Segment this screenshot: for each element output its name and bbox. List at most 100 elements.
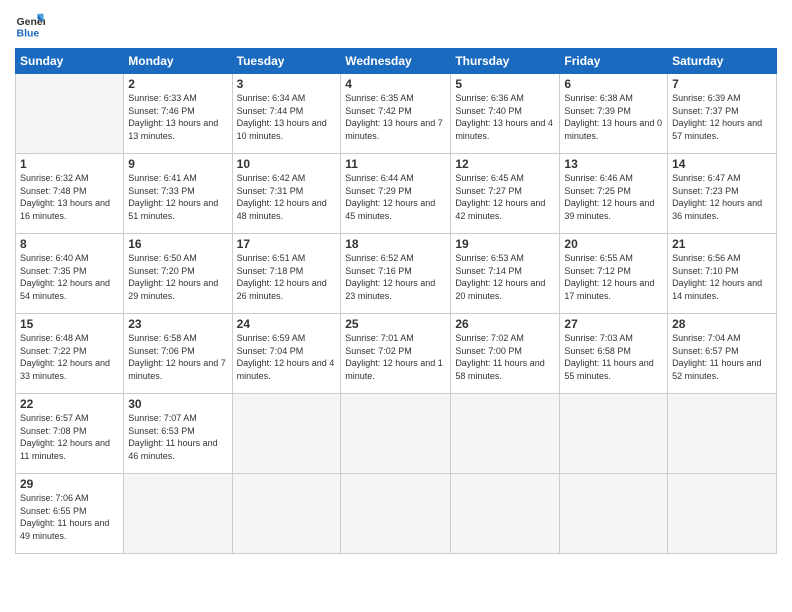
day-number: 19 [455, 237, 555, 251]
calendar-cell: 8Sunrise: 6:40 AM Sunset: 7:35 PM Daylig… [16, 234, 124, 314]
day-number: 7 [672, 77, 772, 91]
calendar-cell [668, 474, 777, 554]
day-header-tuesday: Tuesday [232, 49, 341, 74]
day-header-monday: Monday [124, 49, 232, 74]
day-number: 17 [237, 237, 337, 251]
calendar-cell: 11Sunrise: 6:44 AM Sunset: 7:29 PM Dayli… [341, 154, 451, 234]
day-number: 18 [345, 237, 446, 251]
day-info: Sunrise: 6:50 AM Sunset: 7:20 PM Dayligh… [128, 252, 227, 302]
calendar-cell: 26Sunrise: 7:02 AM Sunset: 7:00 PM Dayli… [451, 314, 560, 394]
main-container: General Blue SundayMondayTuesdayWednesda… [0, 0, 792, 612]
day-number: 27 [564, 317, 663, 331]
calendar-header-row: SundayMondayTuesdayWednesdayThursdayFrid… [16, 49, 777, 74]
day-info: Sunrise: 7:04 AM Sunset: 6:57 PM Dayligh… [672, 332, 772, 382]
day-info: Sunrise: 6:33 AM Sunset: 7:46 PM Dayligh… [128, 92, 227, 142]
calendar-cell: 19Sunrise: 6:53 AM Sunset: 7:14 PM Dayli… [451, 234, 560, 314]
calendar-cell [451, 394, 560, 474]
day-number: 1 [20, 157, 119, 171]
calendar-week-4: 22Sunrise: 6:57 AM Sunset: 7:08 PM Dayli… [16, 394, 777, 474]
day-header-saturday: Saturday [668, 49, 777, 74]
day-info: Sunrise: 6:40 AM Sunset: 7:35 PM Dayligh… [20, 252, 119, 302]
calendar-cell: 25Sunrise: 7:01 AM Sunset: 7:02 PM Dayli… [341, 314, 451, 394]
calendar-cell: 27Sunrise: 7:03 AM Sunset: 6:58 PM Dayli… [560, 314, 668, 394]
calendar-cell: 12Sunrise: 6:45 AM Sunset: 7:27 PM Dayli… [451, 154, 560, 234]
day-number: 30 [128, 397, 227, 411]
header: General Blue [15, 10, 777, 40]
day-number: 25 [345, 317, 446, 331]
day-info: Sunrise: 6:56 AM Sunset: 7:10 PM Dayligh… [672, 252, 772, 302]
calendar-week-3: 15Sunrise: 6:48 AM Sunset: 7:22 PM Dayli… [16, 314, 777, 394]
calendar-cell: 21Sunrise: 6:56 AM Sunset: 7:10 PM Dayli… [668, 234, 777, 314]
calendar-cell: 13Sunrise: 6:46 AM Sunset: 7:25 PM Dayli… [560, 154, 668, 234]
calendar-cell [560, 394, 668, 474]
calendar-cell: 9Sunrise: 6:41 AM Sunset: 7:33 PM Daylig… [124, 154, 232, 234]
day-info: Sunrise: 6:52 AM Sunset: 7:16 PM Dayligh… [345, 252, 446, 302]
day-number: 13 [564, 157, 663, 171]
calendar-cell: 5Sunrise: 6:36 AM Sunset: 7:40 PM Daylig… [451, 74, 560, 154]
day-info: Sunrise: 7:03 AM Sunset: 6:58 PM Dayligh… [564, 332, 663, 382]
day-number: 14 [672, 157, 772, 171]
calendar-cell: 10Sunrise: 6:42 AM Sunset: 7:31 PM Dayli… [232, 154, 341, 234]
calendar-cell: 28Sunrise: 7:04 AM Sunset: 6:57 PM Dayli… [668, 314, 777, 394]
svg-text:Blue: Blue [17, 27, 40, 39]
day-info: Sunrise: 6:51 AM Sunset: 7:18 PM Dayligh… [237, 252, 337, 302]
day-number: 23 [128, 317, 227, 331]
calendar-cell: 16Sunrise: 6:50 AM Sunset: 7:20 PM Dayli… [124, 234, 232, 314]
calendar-cell: 2Sunrise: 6:33 AM Sunset: 7:46 PM Daylig… [124, 74, 232, 154]
day-number: 6 [564, 77, 663, 91]
day-number: 24 [237, 317, 337, 331]
calendar-cell: 14Sunrise: 6:47 AM Sunset: 7:23 PM Dayli… [668, 154, 777, 234]
calendar-cell: 4Sunrise: 6:35 AM Sunset: 7:42 PM Daylig… [341, 74, 451, 154]
calendar-cell: 15Sunrise: 6:48 AM Sunset: 7:22 PM Dayli… [16, 314, 124, 394]
calendar-cell: 29Sunrise: 7:06 AM Sunset: 6:55 PM Dayli… [16, 474, 124, 554]
calendar-cell: 3Sunrise: 6:34 AM Sunset: 7:44 PM Daylig… [232, 74, 341, 154]
day-number: 26 [455, 317, 555, 331]
calendar-cell [232, 394, 341, 474]
calendar-cell: 18Sunrise: 6:52 AM Sunset: 7:16 PM Dayli… [341, 234, 451, 314]
day-info: Sunrise: 6:44 AM Sunset: 7:29 PM Dayligh… [345, 172, 446, 222]
day-header-friday: Friday [560, 49, 668, 74]
calendar-cell [560, 474, 668, 554]
day-number: 10 [237, 157, 337, 171]
calendar-cell: 24Sunrise: 6:59 AM Sunset: 7:04 PM Dayli… [232, 314, 341, 394]
day-number: 28 [672, 317, 772, 331]
calendar-table: SundayMondayTuesdayWednesdayThursdayFrid… [15, 48, 777, 554]
day-number: 12 [455, 157, 555, 171]
day-info: Sunrise: 6:53 AM Sunset: 7:14 PM Dayligh… [455, 252, 555, 302]
day-number: 3 [237, 77, 337, 91]
day-info: Sunrise: 7:01 AM Sunset: 7:02 PM Dayligh… [345, 332, 446, 382]
day-number: 2 [128, 77, 227, 91]
day-info: Sunrise: 6:55 AM Sunset: 7:12 PM Dayligh… [564, 252, 663, 302]
day-info: Sunrise: 6:42 AM Sunset: 7:31 PM Dayligh… [237, 172, 337, 222]
day-number: 11 [345, 157, 446, 171]
calendar-cell [124, 474, 232, 554]
calendar-cell [232, 474, 341, 554]
calendar-week-5: 29Sunrise: 7:06 AM Sunset: 6:55 PM Dayli… [16, 474, 777, 554]
day-info: Sunrise: 7:06 AM Sunset: 6:55 PM Dayligh… [20, 492, 119, 542]
day-number: 16 [128, 237, 227, 251]
day-info: Sunrise: 6:32 AM Sunset: 7:48 PM Dayligh… [20, 172, 119, 222]
day-info: Sunrise: 6:39 AM Sunset: 7:37 PM Dayligh… [672, 92, 772, 142]
day-number: 21 [672, 237, 772, 251]
day-header-sunday: Sunday [16, 49, 124, 74]
calendar-cell [341, 474, 451, 554]
day-info: Sunrise: 6:36 AM Sunset: 7:40 PM Dayligh… [455, 92, 555, 142]
calendar-cell: 17Sunrise: 6:51 AM Sunset: 7:18 PM Dayli… [232, 234, 341, 314]
day-info: Sunrise: 6:38 AM Sunset: 7:39 PM Dayligh… [564, 92, 663, 142]
day-number: 8 [20, 237, 119, 251]
logo-icon: General Blue [15, 10, 45, 40]
day-info: Sunrise: 6:41 AM Sunset: 7:33 PM Dayligh… [128, 172, 227, 222]
day-number: 20 [564, 237, 663, 251]
day-info: Sunrise: 6:57 AM Sunset: 7:08 PM Dayligh… [20, 412, 119, 462]
day-header-wednesday: Wednesday [341, 49, 451, 74]
calendar-cell [341, 394, 451, 474]
calendar-cell: 7Sunrise: 6:39 AM Sunset: 7:37 PM Daylig… [668, 74, 777, 154]
calendar-cell: 1Sunrise: 6:32 AM Sunset: 7:48 PM Daylig… [16, 154, 124, 234]
calendar-cell [16, 74, 124, 154]
day-info: Sunrise: 7:02 AM Sunset: 7:00 PM Dayligh… [455, 332, 555, 382]
day-number: 4 [345, 77, 446, 91]
calendar-week-0: 2Sunrise: 6:33 AM Sunset: 7:46 PM Daylig… [16, 74, 777, 154]
calendar-cell: 30Sunrise: 7:07 AM Sunset: 6:53 PM Dayli… [124, 394, 232, 474]
logo: General Blue [15, 10, 49, 40]
calendar-cell [451, 474, 560, 554]
